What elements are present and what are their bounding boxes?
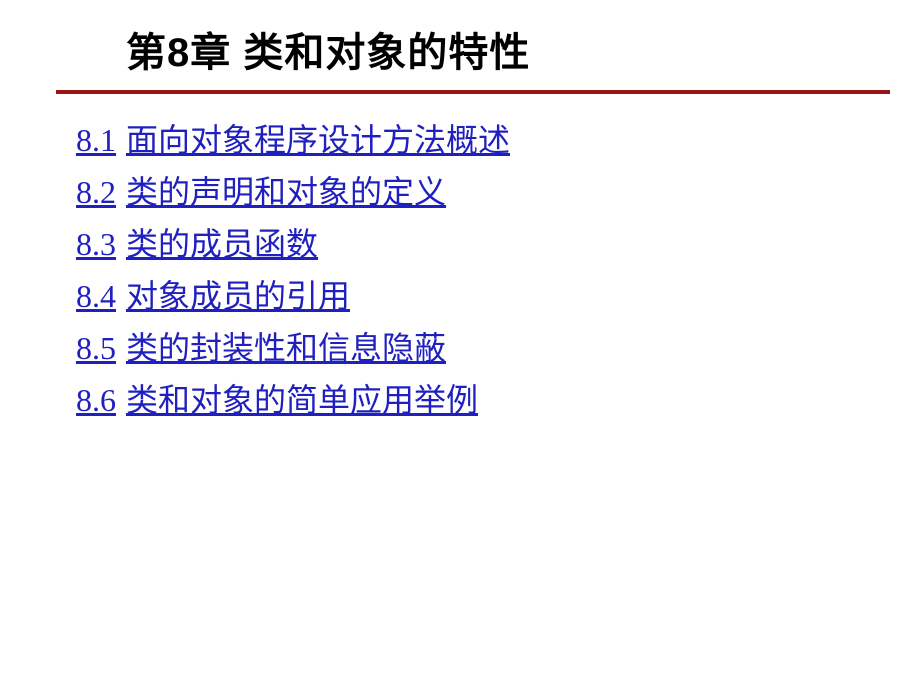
table-of-contents: 8.1面向对象程序设计方法概述 8.2类的声明和对象的定义 8.3类的成员函数 … <box>0 116 920 424</box>
toc-num: 8.2 <box>76 174 116 210</box>
slide: 第8章 类和对象的特性 8.1 面向对象程序设计方法概述 8.2 类的声明和对象的定… <box>0 0 920 690</box>
toc-text: 类的声明和对象的定义 <box>126 174 446 210</box>
toc-num: 8.5 <box>76 330 116 366</box>
toc-num: 8.3 <box>76 226 116 262</box>
toc-link-8-5[interactable]: 8.5 类的封装性和信息隐蔽 <box>76 324 920 372</box>
title-underline <box>56 90 890 94</box>
toc-link-8-4[interactable]: 8.4 对象成员的引用 <box>76 272 920 320</box>
toc-link-8-3[interactable]: 8.3 类的成员函数 <box>76 220 920 268</box>
title-container: 第8章 类和对象的特性 <box>0 20 920 78</box>
toc-num: 8.6 <box>76 382 116 418</box>
toc-num: 8.4 <box>76 278 116 314</box>
toc-text: 类的封装性和信息隐蔽 <box>126 330 446 366</box>
toc-text: 面向对象程序设计方法概述 <box>126 122 510 158</box>
toc-link-8-2[interactable]: 8.2 类的声明和对象的定义 <box>76 168 920 216</box>
toc-text: 类和对象的简单应用举例 <box>126 382 478 418</box>
toc-num: 8.1 <box>76 122 116 158</box>
toc-text: 对象成员的引用 <box>126 278 350 314</box>
chapter-title: 第8章 类和对象的特性 <box>126 20 870 78</box>
toc-text: 类的成员函数 <box>126 226 318 262</box>
toc-link-8-1[interactable]: 8.1 面向对象程序设计方法概述 <box>76 116 920 164</box>
toc-link-8-6[interactable]: 8.6 类和对象的简单应用举例 <box>76 376 920 424</box>
